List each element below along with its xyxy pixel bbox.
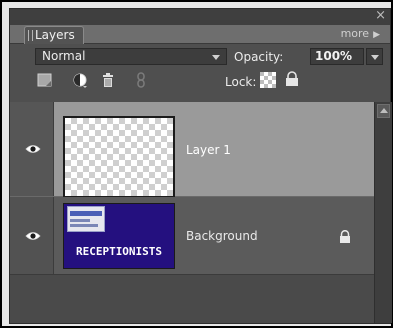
opacity-label: Opacity: [234, 50, 284, 64]
tab-layers[interactable]: Layers [24, 26, 84, 44]
lock-label: Lock: [225, 75, 257, 89]
thumbnail-card-line [70, 224, 98, 227]
layers-list: Layer 1 RECEPTIONISTS Background [10, 102, 392, 323]
thumbnail-card-line [70, 219, 90, 222]
layers-panel: × Layers more ▶ Normal Opacity: 100% Loc… [9, 8, 392, 324]
grip-icon [28, 30, 33, 41]
opacity-input[interactable]: 100% [310, 48, 364, 65]
thumbnail-card-graphic [67, 206, 105, 232]
screenshot-frame: × Layers more ▶ Normal Opacity: 100% Loc… [0, 0, 393, 328]
layer-row-background[interactable]: RECEPTIONISTS Background [10, 197, 374, 275]
link-icon[interactable] [133, 72, 149, 88]
more-label: more [340, 27, 370, 40]
close-icon[interactable]: × [375, 9, 386, 23]
layer-name[interactable]: Background [186, 229, 258, 243]
thumbnail-card-band [70, 211, 102, 216]
lock-all-icon[interactable] [284, 71, 300, 87]
eye-icon [25, 232, 41, 240]
adjustment-layer-icon[interactable] [72, 72, 88, 88]
lock-icon [340, 230, 350, 243]
blend-mode-dropdown[interactable]: Normal [35, 48, 227, 65]
lock-transparency-icon[interactable] [260, 72, 276, 88]
chevron-down-icon [212, 55, 220, 60]
opacity-dropdown-button[interactable] [366, 48, 383, 65]
panel-tab-bar: Layers more ▶ [10, 25, 390, 44]
tab-layers-label: Layers [35, 28, 75, 42]
scroll-up-icon[interactable] [377, 104, 390, 118]
trash-icon[interactable] [100, 72, 116, 88]
thumbnail-text: RECEPTIONISTS [75, 245, 163, 258]
layer-controls: Normal Opacity: 100% Lock: [10, 44, 390, 102]
opacity-value: 100% [315, 49, 353, 63]
more-menu-button[interactable]: more ▶ [341, 27, 380, 42]
chevron-down-icon [371, 55, 379, 60]
layer-thumbnail-transparent [63, 116, 175, 198]
more-arrow-icon: ▶ [373, 30, 380, 40]
blend-mode-value: Normal [42, 49, 86, 63]
visibility-toggle[interactable] [10, 102, 54, 196]
layers-scrollbar[interactable] [374, 102, 392, 323]
visibility-toggle[interactable] [10, 197, 54, 274]
layer-row-layer-1[interactable]: Layer 1 [10, 102, 374, 198]
new-layer-icon[interactable] [37, 72, 53, 88]
eye-icon [25, 145, 41, 153]
panel-titlebar: × [10, 9, 390, 25]
layer-name[interactable]: Layer 1 [186, 143, 231, 157]
layer-thumbnail-image: RECEPTIONISTS [63, 203, 175, 269]
